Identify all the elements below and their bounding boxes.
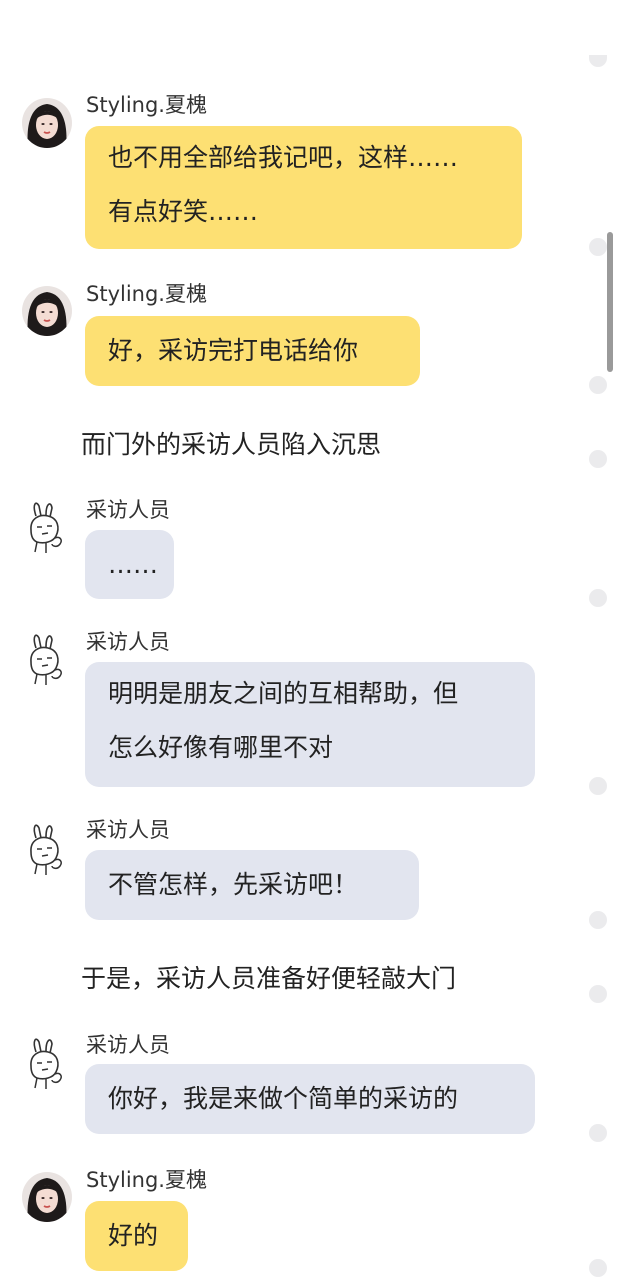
- message-line: 明明是朋友之间的互相帮助，但: [108, 679, 459, 708]
- rabbit-sticker-icon[interactable]: [22, 822, 70, 878]
- sender-name: 采访人员: [86, 630, 170, 654]
- woman-portrait-avatar-icon: [22, 98, 72, 148]
- message-bubble[interactable]: 不管怎样，先采访吧！: [85, 850, 419, 920]
- woman-portrait-avatar-icon: [22, 286, 72, 336]
- sender-name: 采访人员: [86, 498, 170, 522]
- avatar[interactable]: [22, 286, 72, 336]
- chat-story-screen: Styling.夏槐 也不用全部给我记吧，这样…… 有点好笑…… Styling…: [0, 0, 619, 1280]
- scrollbar[interactable]: [607, 232, 613, 372]
- timeline-dot: [589, 55, 607, 67]
- timeline-dot: [589, 376, 607, 394]
- rabbit-sticker-icon[interactable]: [22, 1036, 70, 1092]
- message-line: 怎么好像有哪里不对: [108, 733, 334, 762]
- timeline-dot: [589, 1259, 607, 1277]
- message-bubble[interactable]: ……: [85, 530, 174, 599]
- message-line: 好的: [108, 1221, 159, 1250]
- message-bubble[interactable]: 好，采访完打电话给你: [85, 316, 420, 386]
- narration-text: 于是，采访人员准备好便轻敲大门: [81, 964, 457, 993]
- sender-name: 采访人员: [86, 818, 170, 842]
- message-line: 也不用全部给我记吧，这样……: [108, 143, 459, 172]
- avatar[interactable]: [22, 1172, 72, 1222]
- sender-name: Styling.夏槐: [86, 1168, 207, 1192]
- message-line: 好，采访完打电话给你: [108, 336, 359, 365]
- timeline-dot: [589, 777, 607, 795]
- message-line: 不管怎样，先采访吧！: [108, 870, 359, 899]
- sender-name: 采访人员: [86, 1033, 170, 1057]
- timeline-dot: [589, 1124, 607, 1142]
- message-bubble[interactable]: 明明是朋友之间的互相帮助，但 怎么好像有哪里不对: [85, 662, 535, 787]
- sender-name: Styling.夏槐: [86, 282, 207, 306]
- timeline-dot: [589, 450, 607, 468]
- message-line: ……: [108, 550, 158, 579]
- timeline-dot: [589, 589, 607, 607]
- message-bubble[interactable]: 好的: [85, 1201, 188, 1271]
- narration-text: 而门外的采访人员陷入沉思: [81, 430, 382, 459]
- timeline-dot: [589, 238, 607, 256]
- message-line: 有点好笑……: [108, 197, 259, 226]
- message-bubble[interactable]: 你好，我是来做个简单的采访的: [85, 1064, 535, 1134]
- timeline-dot: [589, 911, 607, 929]
- sender-name: Styling.夏槐: [86, 93, 207, 117]
- message-bubble[interactable]: 也不用全部给我记吧，这样…… 有点好笑……: [85, 126, 522, 249]
- timeline-dot: [589, 985, 607, 1003]
- rabbit-sticker-icon[interactable]: [22, 632, 70, 688]
- woman-portrait-avatar-icon: [22, 1172, 72, 1222]
- avatar[interactable]: [22, 98, 72, 148]
- message-line: 你好，我是来做个简单的采访的: [108, 1084, 459, 1113]
- rabbit-sticker-icon[interactable]: [22, 500, 70, 556]
